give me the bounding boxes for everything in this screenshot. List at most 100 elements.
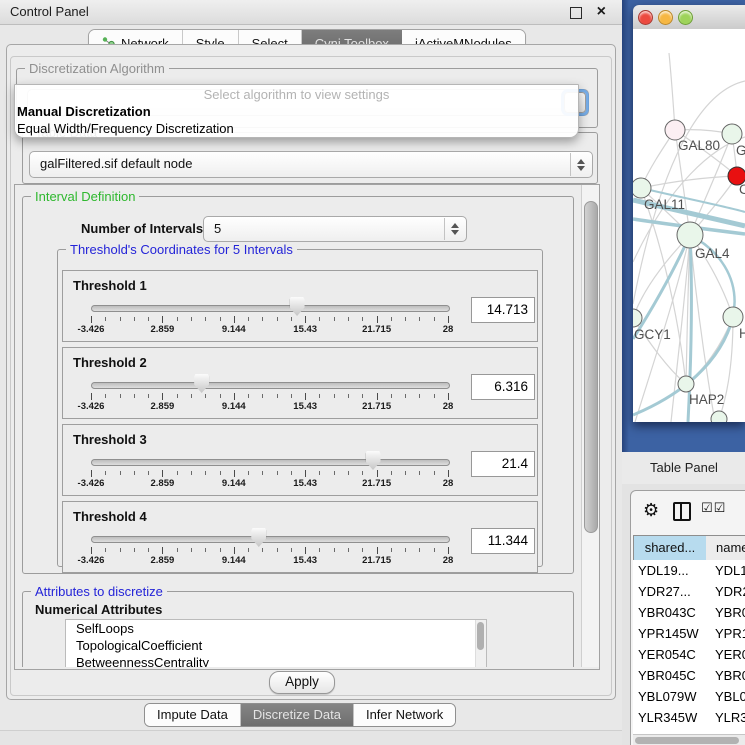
table-row[interactable]: YBR043CYBR043C bbox=[633, 602, 745, 623]
tick-mark bbox=[448, 316, 449, 323]
gear-icon[interactable]: ⚙ bbox=[643, 498, 659, 522]
threshold-box-4: Threshold 4-3.4262.8599.14415.4321.71528… bbox=[62, 501, 538, 573]
split-columns-icon[interactable] bbox=[673, 502, 691, 521]
tick-label: 2.859 bbox=[151, 478, 175, 489]
tick-mark bbox=[205, 394, 206, 398]
threshold-slider-track[interactable] bbox=[91, 382, 450, 389]
cell-shared-name: YPR145W bbox=[638, 623, 699, 644]
combobox-stepper-icon[interactable] bbox=[444, 218, 465, 240]
number-of-intervals-combobox[interactable]: 5 bbox=[203, 216, 467, 242]
tab-infer-network[interactable]: Infer Network bbox=[354, 704, 455, 726]
network-node[interactable] bbox=[722, 124, 742, 144]
threshold-slider-thumb[interactable] bbox=[366, 451, 381, 470]
tick-mark bbox=[305, 547, 306, 554]
tick-mark bbox=[334, 548, 335, 552]
threshold-value-field[interactable]: 14.713 bbox=[471, 297, 535, 323]
network-graph: GAL80GAGAL11CGAL4GCY1HHAP2 bbox=[633, 29, 745, 422]
close-traffic-light-icon[interactable] bbox=[638, 10, 653, 25]
table-horizontal-scrollbar[interactable] bbox=[633, 734, 745, 745]
threshold-slider-thumb[interactable] bbox=[194, 374, 209, 393]
cell-shared-name: YLR345W bbox=[638, 707, 697, 728]
tick-mark bbox=[362, 471, 363, 475]
table-rows: YDL19...YDL19...YDR27...YDR27...YBR043CY… bbox=[633, 560, 745, 734]
table-row[interactable]: YBL079WYBL079W bbox=[633, 686, 745, 707]
network-node-hap2[interactable] bbox=[678, 376, 694, 392]
attribute-item-betweennesscentrality[interactable]: BetweennessCentrality bbox=[66, 654, 486, 667]
table-row[interactable]: YDL19...YDL19... bbox=[633, 560, 745, 581]
network-node[interactable] bbox=[723, 307, 743, 327]
numerical-attributes-list[interactable]: SelfLoopsTopologicalCoefficientBetweenne… bbox=[65, 619, 487, 667]
settings-scrollbar[interactable] bbox=[581, 185, 599, 667]
tick-label: 21.715 bbox=[362, 478, 391, 489]
threshold-value-field[interactable]: 11.344 bbox=[471, 528, 535, 554]
control-panel-titlebar: Control Panel × bbox=[0, 0, 622, 25]
tick-mark bbox=[405, 471, 406, 475]
minimize-traffic-light-icon[interactable] bbox=[658, 10, 673, 25]
threshold-slider-track[interactable] bbox=[91, 536, 450, 543]
network-node[interactable] bbox=[711, 411, 727, 422]
tick-mark bbox=[448, 470, 449, 477]
table-data-combobox[interactable]: galFiltered.sif default node bbox=[29, 151, 593, 178]
attributes-scrollbar[interactable] bbox=[475, 620, 486, 667]
discretization-algorithm-group-title: Discretization Algorithm bbox=[25, 61, 169, 76]
checkboxes-icon[interactable]: ☑☑ bbox=[701, 500, 726, 516]
table-row[interactable]: YBR045CYBR045C bbox=[633, 665, 745, 686]
attribute-item-topologicalcoefficient[interactable]: TopologicalCoefficient bbox=[66, 637, 486, 654]
algorithm-option-manual-discretization[interactable]: Manual Discretization bbox=[15, 103, 578, 120]
threshold-slider-thumb[interactable] bbox=[290, 297, 305, 316]
zoom-traffic-light-icon[interactable] bbox=[678, 10, 693, 25]
threshold-slider-track[interactable] bbox=[91, 459, 450, 466]
apply-button[interactable]: Apply bbox=[269, 671, 335, 694]
tick-mark bbox=[205, 471, 206, 475]
table-row[interactable]: YLR345WYLR345W bbox=[633, 707, 745, 728]
settings-scrollbar-thumb[interactable] bbox=[584, 201, 598, 533]
network-node-label: GCY1 bbox=[634, 327, 671, 342]
tick-mark bbox=[205, 317, 206, 321]
threshold-value-field[interactable]: 21.4 bbox=[471, 451, 535, 477]
tick-label: -3.426 bbox=[78, 555, 105, 566]
tick-mark bbox=[191, 394, 192, 398]
tick-label: 2.859 bbox=[151, 401, 175, 412]
table-row[interactable]: YDR27...YDR27... bbox=[633, 581, 745, 602]
tick-mark bbox=[277, 394, 278, 398]
tick-mark bbox=[148, 548, 149, 552]
network-node-gal80[interactable] bbox=[665, 120, 685, 140]
tick-mark bbox=[220, 548, 221, 552]
tick-mark bbox=[391, 394, 392, 398]
network-canvas[interactable]: GAL80GAGAL11CGAL4GCY1HHAP2 bbox=[633, 29, 745, 422]
tick-mark bbox=[91, 393, 92, 400]
tab-impute-data[interactable]: Impute Data bbox=[145, 704, 241, 726]
table-row[interactable]: YER054CYER054C bbox=[633, 644, 745, 665]
tick-mark bbox=[148, 317, 149, 321]
combobox-stepper-icon[interactable] bbox=[570, 153, 591, 176]
attribute-item-selfloops[interactable]: SelfLoops bbox=[66, 620, 486, 637]
tick-mark bbox=[120, 317, 121, 321]
close-icon[interactable]: × bbox=[597, 1, 606, 23]
tick-mark bbox=[434, 394, 435, 398]
network-node-gal11[interactable] bbox=[633, 178, 651, 198]
network-edge bbox=[641, 176, 737, 188]
tick-mark bbox=[419, 394, 420, 398]
tab-discretize-data[interactable]: Discretize Data bbox=[241, 704, 354, 726]
network-node-gal4[interactable] bbox=[677, 222, 703, 248]
threshold-value-field[interactable]: 6.316 bbox=[471, 374, 535, 400]
column-header-shared-name[interactable]: shared... bbox=[633, 535, 707, 561]
tick-mark bbox=[220, 394, 221, 398]
tick-mark bbox=[162, 316, 163, 323]
table-row[interactable]: YPR145WYPR145W bbox=[633, 623, 745, 644]
network-node-label: GAL4 bbox=[695, 246, 730, 261]
tick-label: 28 bbox=[443, 401, 454, 412]
tick-mark bbox=[362, 317, 363, 321]
restore-window-icon[interactable] bbox=[570, 7, 582, 19]
bottom-strip bbox=[0, 730, 622, 745]
algorithm-option-equal-width-frequency-discretization[interactable]: Equal Width/Frequency Discretization bbox=[15, 120, 578, 137]
network-node-label: GAL80 bbox=[678, 138, 720, 153]
slider-tick-labels: -3.4262.8599.14415.4321.71528 bbox=[91, 401, 448, 413]
column-header-name[interactable]: name bbox=[706, 535, 745, 561]
threshold-slider-thumb[interactable] bbox=[251, 528, 266, 547]
tick-mark bbox=[434, 471, 435, 475]
network-edge bbox=[633, 235, 690, 318]
bottom-tab-bar: Impute DataDiscretize DataInfer Network bbox=[144, 703, 456, 727]
threshold-slider-track[interactable] bbox=[91, 305, 450, 312]
tick-mark bbox=[277, 317, 278, 321]
